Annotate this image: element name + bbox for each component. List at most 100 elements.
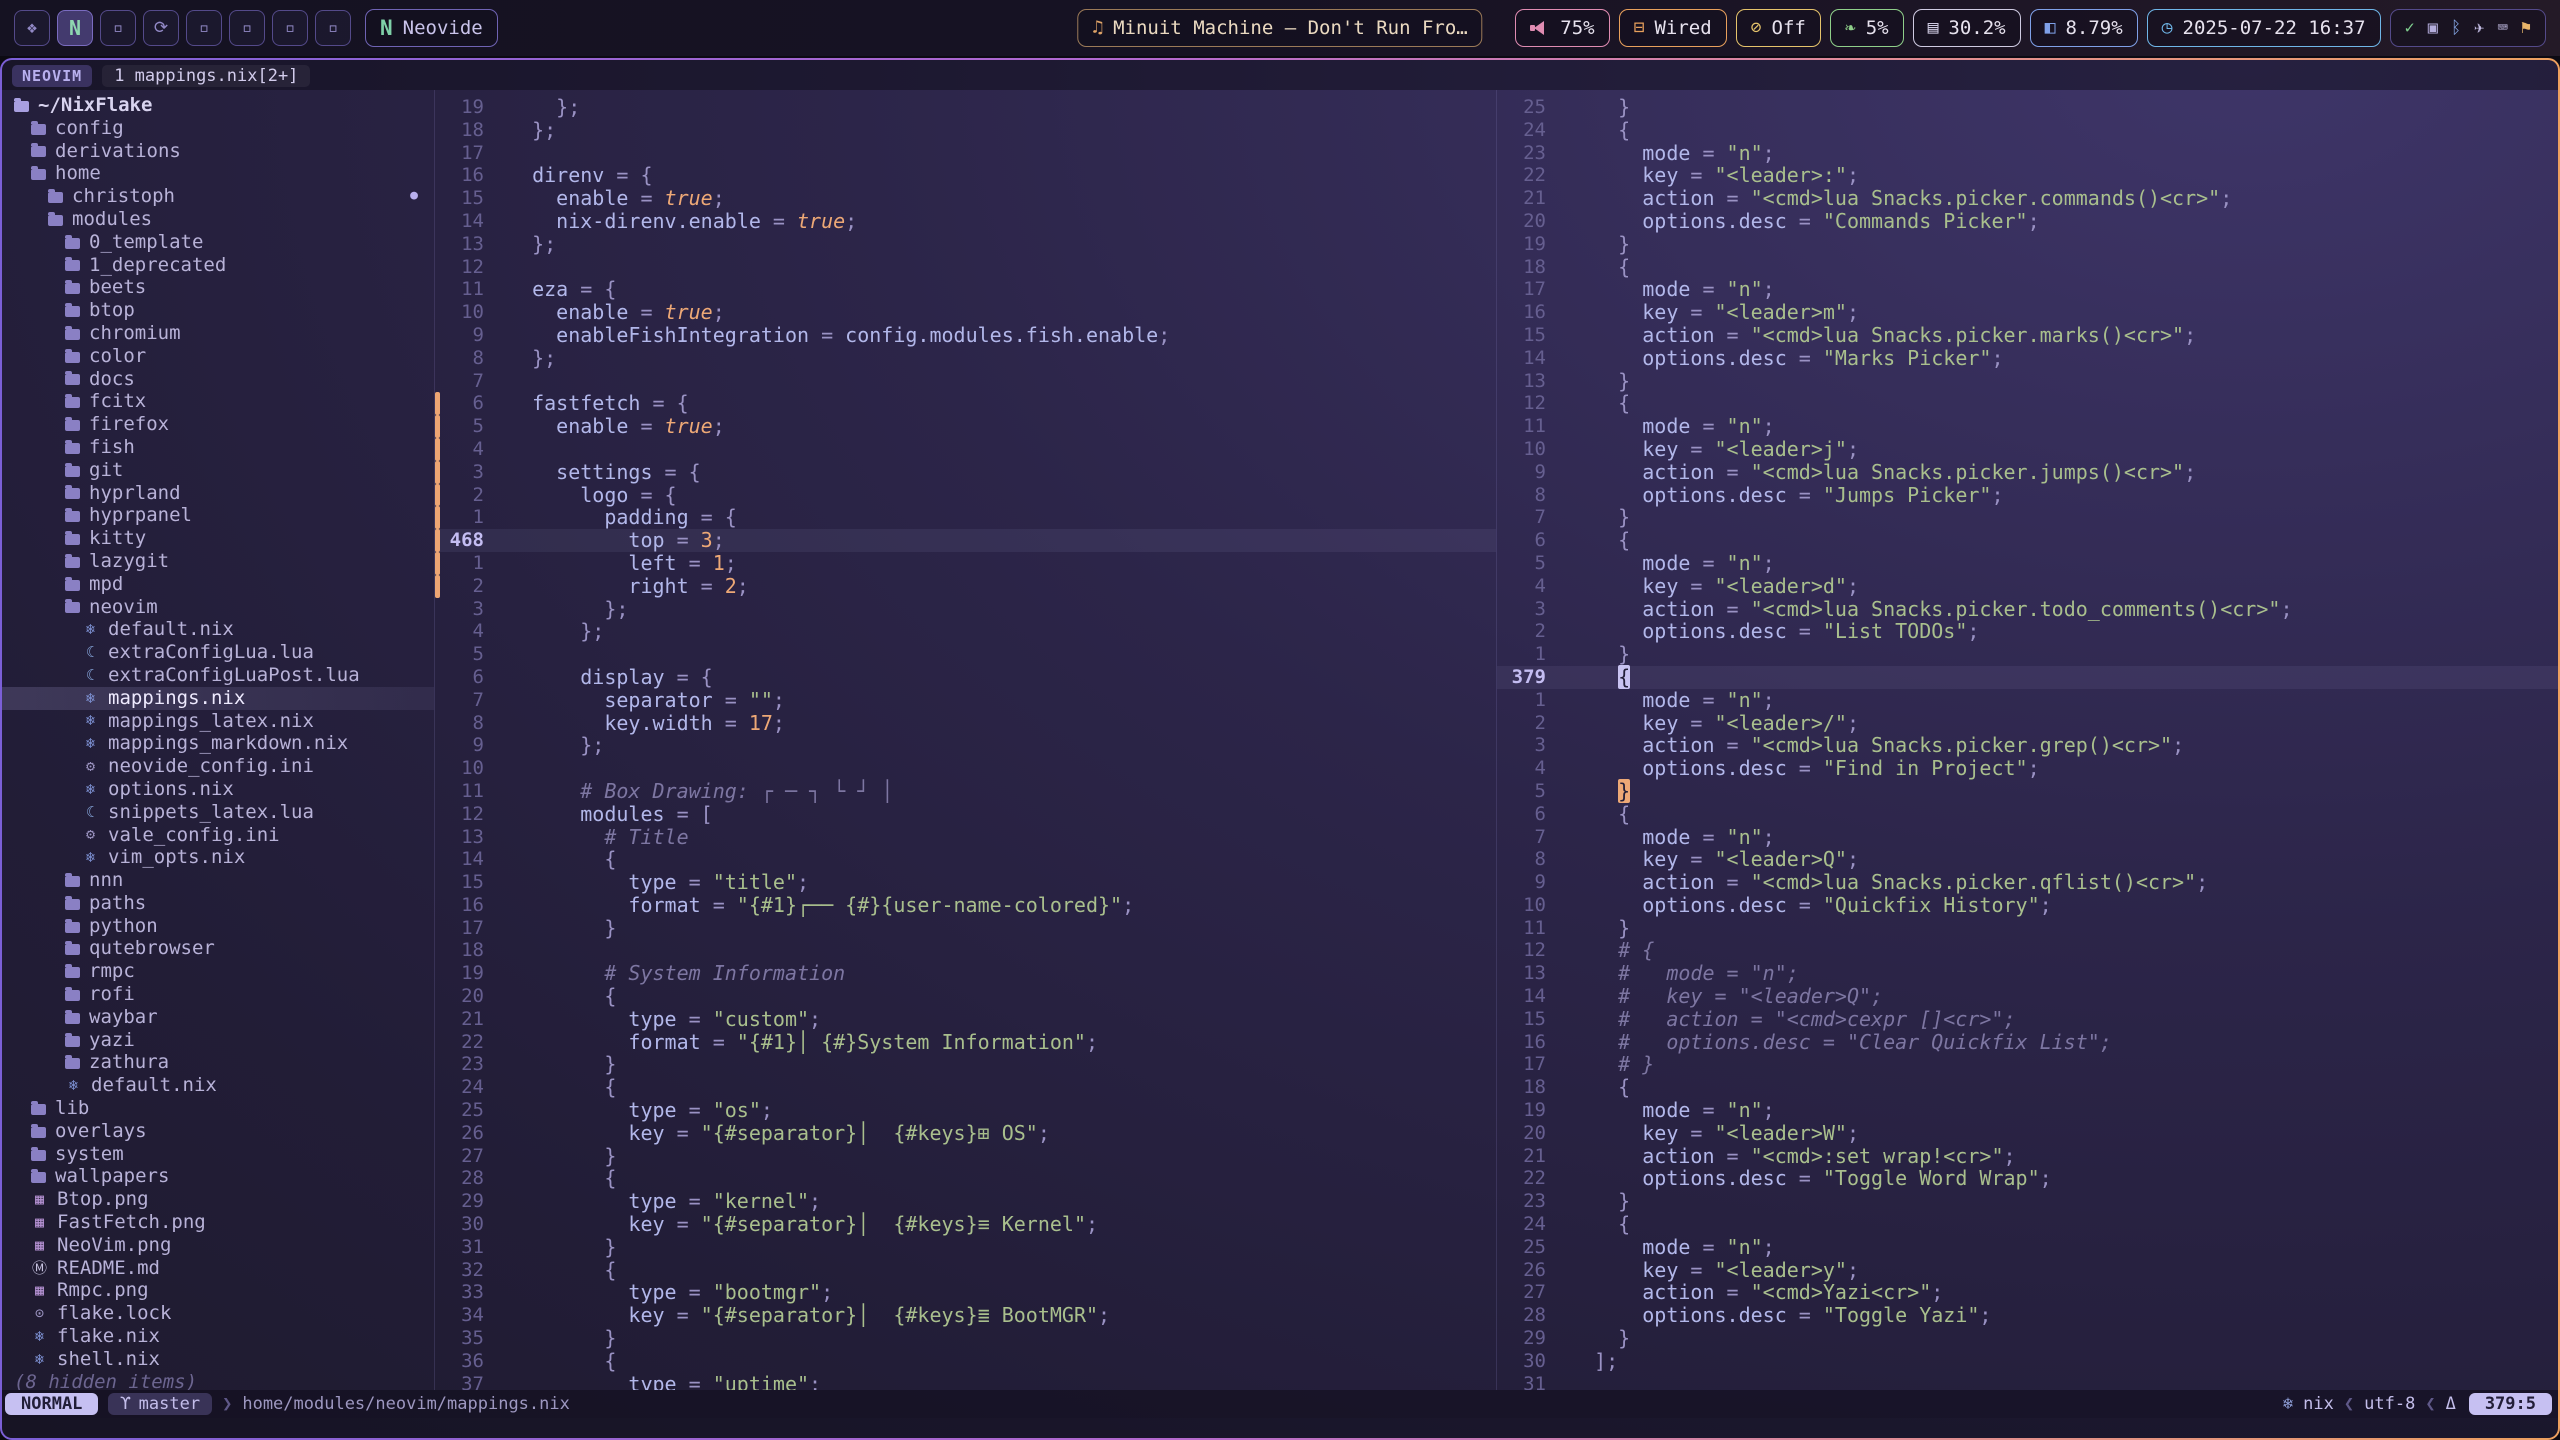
code-line[interactable]: 4 }; — [435, 620, 1496, 643]
code-line[interactable]: 5 — [435, 643, 1496, 666]
tree-item-fcitx[interactable]: fcitx — [2, 390, 434, 413]
tree-item-mappings-markdown-nix[interactable]: ❄mappings_markdown.nix — [2, 732, 434, 755]
disk-module[interactable]: ◧8.79% — [2030, 9, 2138, 47]
code-line[interactable]: 15 enable = true; — [435, 187, 1496, 210]
code-line[interactable]: 24 { — [435, 1076, 1496, 1099]
code-line[interactable]: 1 left = 1; — [435, 552, 1496, 575]
tree-item-vim-opts-nix[interactable]: ❄vim_opts.nix — [2, 846, 434, 869]
tree-item-nixflake[interactable]: ~/NixFlake — [2, 94, 434, 117]
tab-mappings-nix[interactable]: 1 mappings.nix[2+] — [102, 65, 310, 87]
code-line[interactable]: 16 # options.desc = "Clear Quickfix List… — [1497, 1031, 2558, 1054]
code-line[interactable]: 2 logo = { — [435, 484, 1496, 507]
code-line[interactable]: 11 # Box Drawing: ┌ ─ ┐ └ ┘ │ — [435, 780, 1496, 803]
tree-item-readme-md[interactable]: ⓂREADME.md — [2, 1257, 434, 1280]
code-line[interactable]: 10 key = "<leader>j"; — [1497, 438, 2558, 461]
code-line[interactable]: 14 nix-direnv.enable = true; — [435, 210, 1496, 233]
code-line[interactable]: 30 ]; — [1497, 1350, 2558, 1373]
code-line[interactable]: 5 enable = true; — [435, 415, 1496, 438]
workspace-1[interactable]: ❖ — [14, 10, 50, 46]
active-app-module[interactable]: N Neovide — [365, 9, 498, 47]
music-player-module[interactable]: ♫ Minuit Machine – Don't Run Fro… — [1077, 9, 1482, 47]
tree-item-mappings-latex-nix[interactable]: ❄mappings_latex.nix — [2, 710, 434, 733]
editor-pane-left[interactable]: 19 };18 };1716 direnv = {15 enable = tru… — [435, 90, 1496, 1390]
code-line[interactable]: 8 key.width = 17; — [435, 712, 1496, 735]
network-module[interactable]: ⊟Wired — [1619, 9, 1727, 47]
tree-item-home[interactable]: home — [2, 162, 434, 185]
code-line[interactable]: 11 } — [1497, 917, 2558, 940]
tree-item-flake-lock[interactable]: ⊙flake.lock — [2, 1302, 434, 1325]
tree-item-beets[interactable]: beets — [2, 276, 434, 299]
code-line[interactable]: 379 { — [1497, 666, 2558, 689]
code-line[interactable]: 18 — [435, 939, 1496, 962]
code-line[interactable]: 8 }; — [435, 347, 1496, 370]
code-line[interactable]: 18 { — [1497, 256, 2558, 279]
tree-item-yazi[interactable]: yazi — [2, 1029, 434, 1052]
workspace-5[interactable]: ▫ — [186, 10, 222, 46]
code-line[interactable]: 10 options.desc = "Quickfix History"; — [1497, 894, 2558, 917]
code-line[interactable]: 23 mode = "n"; — [1497, 142, 2558, 165]
code-line[interactable]: 26 key = "<leader>y"; — [1497, 1259, 2558, 1282]
code-line[interactable]: 3 }; — [435, 598, 1496, 621]
tree-item-btop-png[interactable]: ▦Btop.png — [2, 1188, 434, 1211]
code-line[interactable]: 31 — [1497, 1373, 2558, 1390]
code-line[interactable]: 2 right = 2; — [435, 575, 1496, 598]
code-line[interactable]: 37 type = "uptime"; — [435, 1373, 1496, 1390]
tree-item-options-nix[interactable]: ❄options.nix — [2, 778, 434, 801]
tree-item-system[interactable]: system — [2, 1143, 434, 1166]
volume-module[interactable]: 75% — [1515, 9, 1609, 47]
code-line[interactable]: 29 type = "kernel"; — [435, 1190, 1496, 1213]
code-line[interactable]: 3 settings = { — [435, 461, 1496, 484]
tree-item-fastfetch-png[interactable]: ▦FastFetch.png — [2, 1211, 434, 1234]
code-line[interactable]: 21 action = "<cmd>:set wrap!<cr>"; — [1497, 1145, 2558, 1168]
code-line[interactable]: 4 options.desc = "Find in Project"; — [1497, 757, 2558, 780]
code-line[interactable]: 12 { — [1497, 392, 2558, 415]
code-line[interactable]: 32 { — [435, 1259, 1496, 1282]
code-line[interactable]: 18 { — [1497, 1076, 2558, 1099]
tree-item-fish[interactable]: fish — [2, 436, 434, 459]
code-line[interactable]: 15 type = "title"; — [435, 871, 1496, 894]
code-line[interactable]: 1 padding = { — [435, 506, 1496, 529]
code-line[interactable]: 23 } — [435, 1053, 1496, 1076]
tree-item-neovim-png[interactable]: ▦NeoVim.png — [2, 1234, 434, 1257]
code-line[interactable]: 21 action = "<cmd>lua Snacks.picker.comm… — [1497, 187, 2558, 210]
code-line[interactable]: 20 options.desc = "Commands Picker"; — [1497, 210, 2558, 233]
code-line[interactable]: 8 key = "<leader>Q"; — [1497, 848, 2558, 871]
code-line[interactable]: 468 top = 3; — [435, 529, 1496, 552]
code-line[interactable]: 27 action = "<cmd>Yazi<cr>"; — [1497, 1281, 2558, 1304]
code-line[interactable]: 17 mode = "n"; — [1497, 278, 2558, 301]
code-line[interactable]: 28 options.desc = "Toggle Yazi"; — [1497, 1304, 2558, 1327]
code-line[interactable]: 4 — [435, 438, 1496, 461]
code-line[interactable]: 13 # Title — [435, 826, 1496, 849]
tree-item-flake-nix[interactable]: ❄flake.nix — [2, 1325, 434, 1348]
notifications-module[interactable]: ⊘Off — [1736, 9, 1821, 47]
code-line[interactable]: 25 } — [1497, 96, 2558, 119]
code-line[interactable]: 3 action = "<cmd>lua Snacks.picker.todo_… — [1497, 598, 2558, 621]
code-line[interactable]: 34 key = "{#separator}│ {#keys}≣ BootMGR… — [435, 1304, 1496, 1327]
display-icon[interactable]: ▣ — [2428, 20, 2438, 37]
code-line[interactable]: 4 key = "<leader>d"; — [1497, 575, 2558, 598]
tree-item-modules[interactable]: modules — [2, 208, 434, 231]
editor-pane-right[interactable]: 25 }24 {23 mode = "n";22 key = "<leader>… — [1496, 90, 2558, 1390]
tree-item-python[interactable]: python — [2, 915, 434, 938]
code-line[interactable]: 33 type = "bootmgr"; — [435, 1281, 1496, 1304]
tree-item-kitty[interactable]: kitty — [2, 527, 434, 550]
code-line[interactable]: 16 key = "<leader>m"; — [1497, 301, 2558, 324]
code-line[interactable]: 18 }; — [435, 119, 1496, 142]
code-line[interactable]: 22 format = "{#1}│ {#}System Information… — [435, 1031, 1496, 1054]
tree-item-shell-nix[interactable]: ❄shell.nix — [2, 1348, 434, 1371]
tree-item-docs[interactable]: docs — [2, 368, 434, 391]
code-line[interactable]: 17 } — [435, 917, 1496, 940]
tree-item-git[interactable]: git — [2, 459, 434, 482]
code-line[interactable]: 9 action = "<cmd>lua Snacks.picker.qflis… — [1497, 871, 2558, 894]
code-line[interactable]: 12 # { — [1497, 939, 2558, 962]
code-line[interactable]: 1 } — [1497, 643, 2558, 666]
workspace-2[interactable]: N — [57, 10, 93, 46]
workspace-3[interactable]: ▫ — [100, 10, 136, 46]
tree-item-vale-config-ini[interactable]: ⚙vale_config.ini — [2, 824, 434, 847]
tree-item-btop[interactable]: btop — [2, 299, 434, 322]
code-line[interactable]: 25 type = "os"; — [435, 1099, 1496, 1122]
code-line[interactable]: 25 mode = "n"; — [1497, 1236, 2558, 1259]
workspace-8[interactable]: ▫ — [315, 10, 351, 46]
file-tree[interactable]: ~/NixFlakeconfigderivationshomechristoph… — [2, 90, 435, 1390]
code-line[interactable]: 5 } — [1497, 780, 2558, 803]
